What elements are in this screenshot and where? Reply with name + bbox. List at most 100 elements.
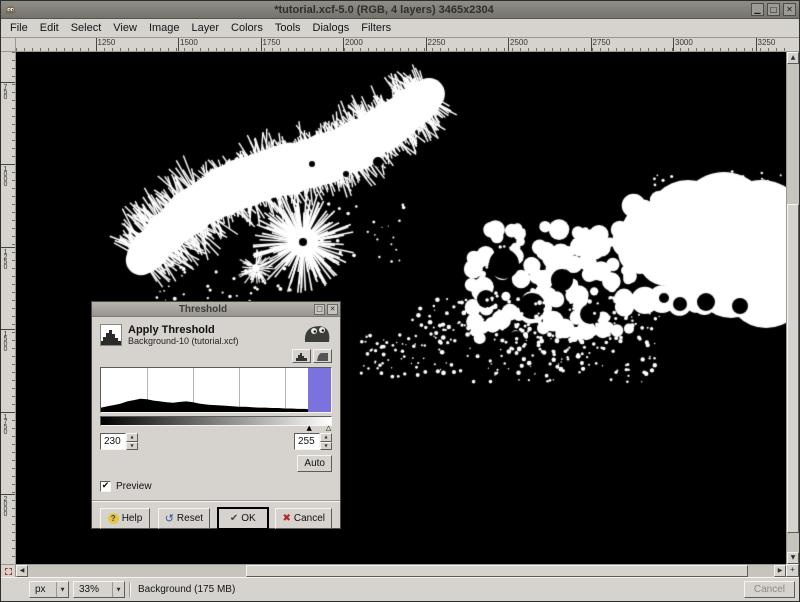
close-button[interactable]: ✕ [783, 3, 796, 16]
dialog-button-row: ? Help ↺ Reset ✔ OK ✖ Cancel [100, 508, 332, 529]
zoom-value: 33% [79, 584, 99, 595]
dialog-layer-label: Background-10 (tutorial.xcf) [128, 336, 239, 346]
high-threshold-spinner: 255 ▲ ▼ [294, 433, 332, 450]
threshold-spin-row: 230 ▲ ▼ 255 ▲ ▼ [100, 433, 332, 450]
wilber-logo-icon [302, 322, 332, 349]
menu-item-dialogs[interactable]: Dialogs [307, 20, 356, 36]
help-icon: ? [108, 513, 119, 524]
hruler-tick: 2000 [343, 38, 344, 51]
dialog-titlebar[interactable]: Threshold □ ✕ [92, 302, 340, 317]
reset-button[interactable]: ↺ Reset [158, 508, 210, 529]
chevron-down-icon[interactable]: ▼ [112, 582, 124, 597]
window-titlebar[interactable]: *tutorial.xcf-5.0 (RGB, 4 layers) 3465x2… [1, 1, 799, 19]
hruler-tick: 2750 [591, 38, 592, 51]
vruler-tick: 1500 [1, 329, 15, 330]
window-title: *tutorial.xcf-5.0 (RGB, 4 layers) 3465x2… [20, 4, 748, 16]
menu-item-file[interactable]: File [4, 20, 34, 36]
help-button[interactable]: ? Help [100, 508, 150, 529]
reset-button-label: Reset [177, 513, 203, 524]
ok-check-icon: ✔ [230, 514, 238, 524]
low-spin-down-button[interactable]: ▼ [126, 442, 138, 451]
vertical-scroll-track[interactable] [787, 64, 799, 552]
chevron-down-icon[interactable]: ▼ [56, 582, 68, 597]
histogram-curve [101, 368, 331, 412]
status-bar: px ▼ 33% ▼ Background (175 MB) Cancel [1, 577, 799, 601]
hruler-tick: 2250 [426, 38, 427, 51]
hruler-tick: 1500 [178, 38, 179, 51]
dialog-close-button[interactable]: ✕ [327, 304, 338, 315]
menu-item-edit[interactable]: Edit [34, 20, 65, 36]
threshold-markers: ▲ △ [100, 426, 332, 433]
menu-item-select[interactable]: Select [65, 20, 108, 36]
vruler-tick: 750 [1, 82, 15, 83]
reset-icon: ↺ [165, 513, 174, 524]
high-spin-up-button[interactable]: ▲ [320, 433, 332, 442]
preview-label: Preview [116, 481, 152, 492]
quickmask-icon [5, 568, 12, 575]
low-threshold-spinner: 230 ▲ ▼ [100, 433, 138, 450]
ruler-corner [1, 38, 16, 52]
minimize-button[interactable]: ▁ [751, 3, 764, 16]
ok-button[interactable]: ✔ OK [218, 508, 268, 529]
maximize-button[interactable]: □ [767, 3, 780, 16]
help-button-label: Help [122, 513, 143, 524]
low-spin-up-button[interactable]: ▲ [126, 433, 138, 442]
unit-select[interactable]: px ▼ [29, 581, 69, 598]
horizontal-scroll-track[interactable] [28, 565, 774, 577]
histogram-linear-button[interactable] [292, 349, 311, 363]
vruler-tick: 1750 [1, 412, 15, 413]
vruler-tick: 2000 [1, 494, 15, 495]
horizontal-scrollbar[interactable]: ◀ ▶ [16, 564, 786, 577]
menu-item-layer[interactable]: Layer [186, 20, 226, 36]
hruler-tick: 3000 [673, 38, 674, 51]
zoom-select[interactable]: 33% ▼ [73, 581, 125, 598]
histogram-log-button[interactable] [313, 349, 332, 363]
ruler-corner-right [786, 38, 799, 52]
threshold-tool-icon [100, 324, 122, 346]
status-message: Background (175 MB) [138, 584, 740, 595]
menu-item-view[interactable]: View [107, 20, 143, 36]
dialog-header: Apply Threshold Background-10 (tutorial.… [100, 323, 332, 347]
menu-item-image[interactable]: Image [143, 20, 186, 36]
quickmask-toggle[interactable] [1, 564, 16, 577]
vertical-scroll-thumb[interactable] [787, 204, 799, 533]
hruler-tick: 1250 [96, 38, 97, 51]
dialog-separator [92, 500, 340, 502]
histogram-selected-range[interactable] [308, 368, 331, 412]
dialog-title: Threshold [94, 304, 312, 315]
scroll-down-icon[interactable]: ▼ [787, 552, 799, 564]
high-spin-down-button[interactable]: ▼ [320, 442, 332, 451]
gimp-image-window: *tutorial.xcf-5.0 (RGB, 4 layers) 3465x2… [0, 0, 800, 602]
vertical-scrollbar[interactable]: ▲ ▼ [786, 52, 799, 564]
scroll-left-icon[interactable]: ◀ [16, 565, 28, 577]
cancel-button-label: Cancel [294, 513, 325, 524]
dialog-maximize-button[interactable]: □ [314, 304, 325, 315]
unit-value: px [35, 584, 46, 595]
menu-item-tools[interactable]: Tools [269, 20, 307, 36]
low-threshold-input[interactable]: 230 [100, 433, 126, 450]
high-threshold-marker[interactable]: △ [326, 425, 331, 432]
vruler-tick: 1000 [1, 164, 15, 165]
navigation-button[interactable]: + [786, 564, 799, 577]
preview-checkbox[interactable]: ✔ [100, 481, 111, 492]
ok-button-label: OK [241, 513, 255, 524]
scroll-up-icon[interactable]: ▲ [787, 52, 799, 64]
hruler-tick: 2500 [508, 38, 509, 51]
threshold-dialog: Threshold □ ✕ Apply Threshold Background… [91, 301, 341, 529]
hruler-tick: 3250 [756, 38, 757, 51]
threshold-histogram[interactable] [100, 367, 332, 413]
scroll-right-icon[interactable]: ▶ [774, 565, 786, 577]
menu-item-filters[interactable]: Filters [355, 20, 397, 36]
horizontal-ruler[interactable]: 125015001750200022502500275030003250 [16, 38, 786, 52]
cancel-button[interactable]: ✖ Cancel [275, 508, 332, 529]
vertical-ruler[interactable]: 75010001250150017502000 [1, 52, 16, 564]
menu-item-colors[interactable]: Colors [225, 20, 269, 36]
progress-cancel-button[interactable]: Cancel [744, 581, 795, 598]
threshold-gradient-strip [100, 416, 332, 426]
high-threshold-input[interactable]: 255 [294, 433, 320, 450]
auto-button[interactable]: Auto [297, 455, 332, 472]
dialog-heading: Apply Threshold [128, 324, 239, 336]
menu-bar: FileEditSelectViewImageLayerColorsToolsD… [1, 19, 799, 38]
low-threshold-marker[interactable]: ▲ [307, 425, 312, 432]
horizontal-scroll-thumb[interactable] [246, 565, 748, 577]
